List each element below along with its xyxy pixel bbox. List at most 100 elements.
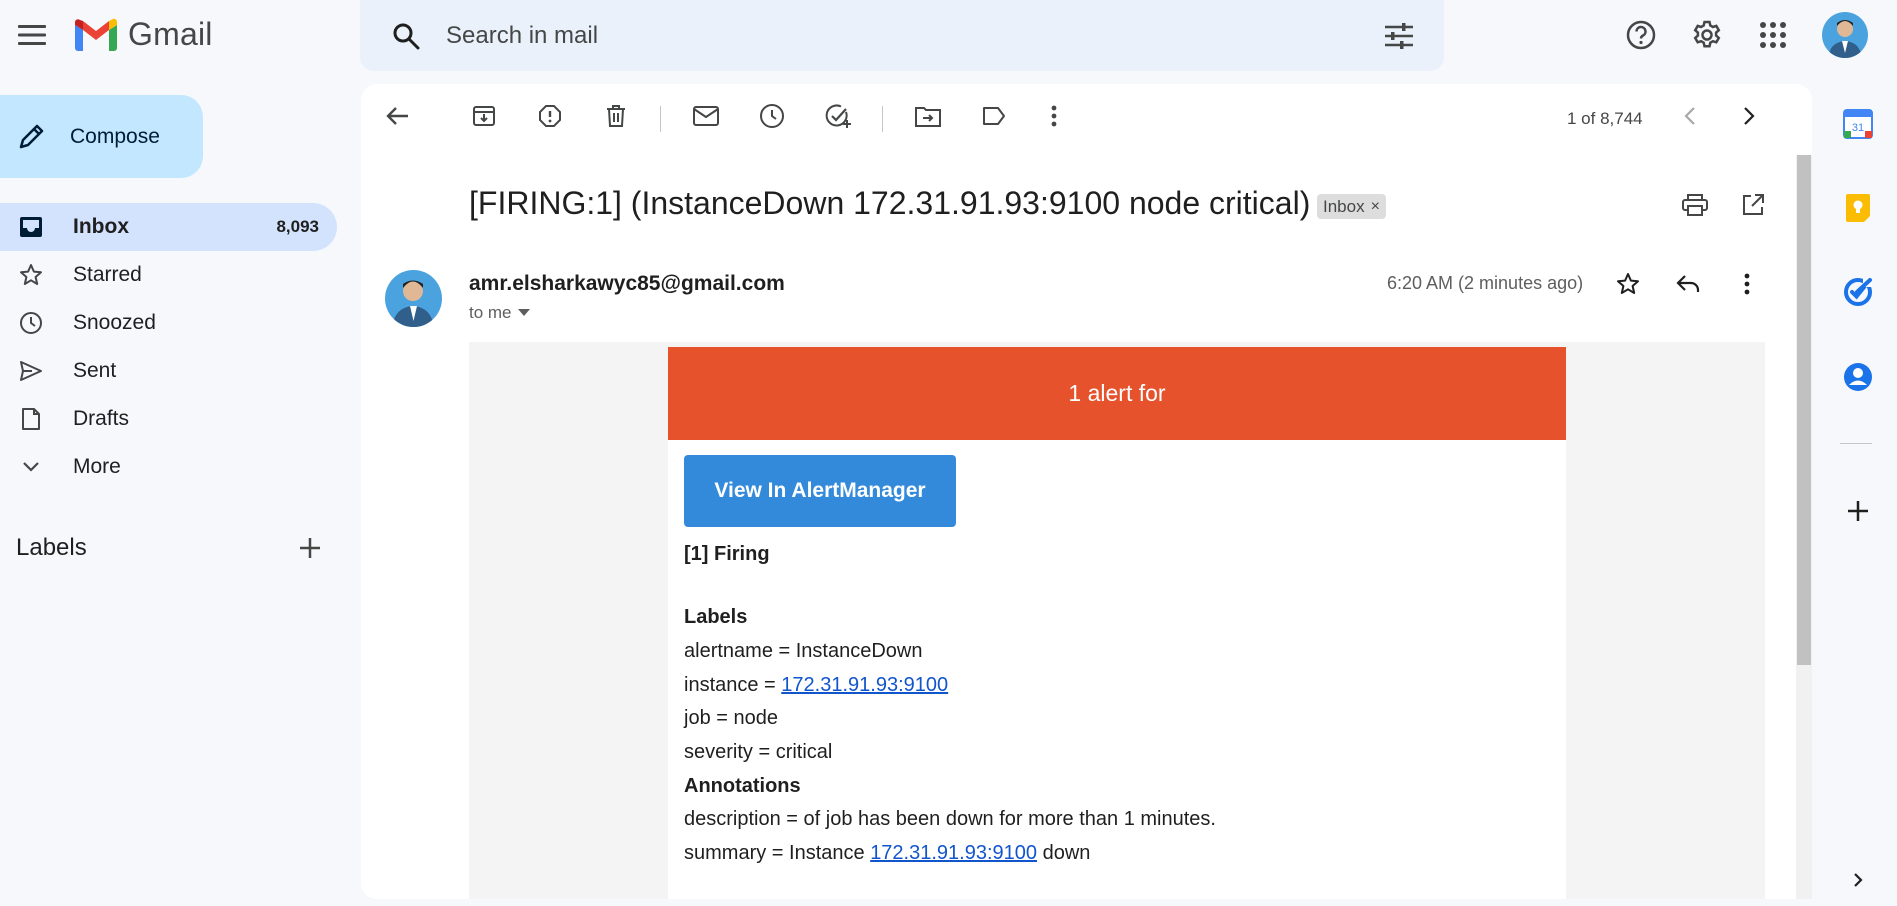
settings-icon — [1693, 20, 1721, 48]
support-button[interactable] — [1617, 11, 1665, 59]
print-button[interactable] — [1675, 185, 1715, 225]
mark-unread-button[interactable] — [686, 96, 726, 136]
archive-icon — [473, 106, 495, 126]
sender-address: amr.elsharkawyc85@gmail.com — [469, 272, 785, 295]
search-bar[interactable] — [360, 0, 1444, 71]
compose-button[interactable]: Compose — [0, 95, 203, 178]
sidebar-item-label: Inbox — [73, 215, 129, 238]
pagination-text: 1 of 8,744 — [1567, 109, 1643, 128]
delete-icon — [607, 105, 625, 127]
labels-button[interactable] — [974, 96, 1014, 136]
sender-avatar[interactable] — [385, 270, 442, 327]
account-avatar[interactable] — [1822, 12, 1868, 58]
main-menu-button[interactable] — [8, 11, 56, 59]
snooze-button[interactable] — [752, 96, 792, 136]
firing-heading: [1] Firing — [684, 543, 770, 566]
newer-button[interactable] — [1670, 96, 1710, 136]
add-task-icon — [825, 104, 851, 128]
message-more-button[interactable] — [1727, 264, 1767, 304]
summary-line: summary = Instance 172.31.91.93:9100 dow… — [684, 842, 1090, 865]
compose-label: Compose — [70, 124, 160, 148]
recipient-details[interactable]: to me — [469, 303, 530, 323]
archive-button[interactable] — [464, 96, 504, 136]
tasks-app-button[interactable] — [1834, 268, 1882, 316]
annotations-section-heading: Annotations — [684, 775, 801, 798]
instance-link[interactable]: 172.31.91.93:9100 — [781, 674, 948, 696]
sidebar-item-sent[interactable]: Sent — [0, 347, 337, 395]
email-subject: [FIRING:1] (InstanceDown 172.31.91.93:91… — [469, 185, 1311, 221]
delete-button[interactable] — [596, 96, 636, 136]
labels-heading: Labels — [16, 534, 87, 561]
alert-banner: 1 alert for — [668, 347, 1566, 440]
sidebar-item-drafts[interactable]: Drafts — [0, 395, 337, 443]
back-button[interactable] — [378, 96, 418, 136]
inbox-icon — [19, 215, 43, 239]
toolbar-divider — [882, 106, 883, 132]
older-button[interactable] — [1729, 96, 1769, 136]
remove-label-button[interactable]: × — [1371, 198, 1380, 216]
sidebar-item-label: More — [73, 455, 121, 478]
calendar-app-button[interactable]: 31 — [1834, 100, 1882, 148]
mark-unread-icon — [693, 106, 719, 126]
sidebar-item-inbox[interactable]: Inbox 8,093 — [0, 203, 337, 251]
open-in-new-window-button[interactable] — [1733, 185, 1773, 225]
report-spam-icon — [539, 105, 561, 127]
reply-button[interactable] — [1668, 264, 1708, 304]
reply-icon — [1676, 275, 1700, 292]
chevron-right-icon — [1854, 873, 1863, 887]
move-to-button[interactable] — [908, 96, 948, 136]
chevron-down-icon — [19, 455, 43, 479]
pencil-icon — [16, 122, 46, 152]
keep-app-button[interactable] — [1834, 184, 1882, 232]
description-line: description = of job has been down for m… — [684, 808, 1216, 830]
snooze-icon — [760, 104, 784, 128]
show-side-panel-button[interactable] — [1834, 856, 1882, 904]
filter-icon — [1385, 23, 1413, 49]
recipient-text: to me — [469, 303, 512, 322]
caret-down-icon — [517, 309, 530, 316]
alert-email-card: 1 alert for View In AlertManager [1] Fir… — [668, 347, 1566, 899]
search-options-button[interactable] — [1375, 12, 1423, 60]
firing-text: [1] Firing — [684, 543, 770, 565]
gmail-logo[interactable]: Gmail — [72, 16, 213, 53]
avatar-image — [385, 270, 442, 327]
send-icon — [19, 359, 43, 383]
chip-label: Inbox — [1323, 196, 1365, 216]
older-icon — [1744, 107, 1755, 125]
settings-button[interactable] — [1683, 11, 1731, 59]
contacts-app-button[interactable] — [1834, 353, 1882, 401]
sidebar-item-label: Drafts — [73, 407, 130, 430]
move-to-icon — [915, 107, 941, 127]
plus-icon — [1848, 501, 1868, 521]
summary-link[interactable]: 172.31.91.93:9100 — [870, 842, 1037, 864]
labels-section-heading: Labels — [684, 606, 747, 629]
get-addons-button[interactable] — [1834, 487, 1882, 535]
more-actions-button[interactable] — [1034, 96, 1074, 136]
alertname-line: alertname = InstanceDown — [684, 640, 923, 662]
add-to-tasks-button[interactable] — [818, 96, 858, 136]
message-view: 1 of 8,744 [FIRING:1] (InstanceDown 172.… — [361, 84, 1812, 899]
severity-line: severity = critical — [684, 741, 833, 763]
star-button[interactable] — [1608, 264, 1648, 304]
create-label-button[interactable] — [286, 524, 334, 572]
clock-icon — [19, 311, 43, 335]
star-outline-icon — [1617, 273, 1639, 294]
sidebar-item-starred[interactable]: Starred — [0, 251, 337, 299]
report-spam-button[interactable] — [530, 96, 570, 136]
view-in-alertmanager-button[interactable]: View In AlertManager — [684, 455, 956, 527]
search-button[interactable] — [382, 12, 430, 60]
google-apps-button[interactable] — [1749, 11, 1797, 59]
scrollbar-thumb[interactable] — [1797, 155, 1811, 665]
star-icon — [19, 263, 43, 287]
sidebar-item-more[interactable]: More — [0, 443, 337, 491]
side-panel-divider — [1840, 443, 1872, 444]
help-icon — [1626, 20, 1656, 50]
gmail-m-icon — [75, 18, 117, 51]
unread-count: 8,093 — [276, 217, 319, 236]
search-input[interactable] — [446, 18, 1306, 54]
sidebar-item-label: Snoozed — [73, 311, 156, 334]
sidebar-item-snoozed[interactable]: Snoozed — [0, 299, 337, 347]
newer-icon — [1684, 107, 1695, 125]
sidebar-item-label: Sent — [73, 359, 117, 382]
avatar-image — [1822, 12, 1868, 58]
